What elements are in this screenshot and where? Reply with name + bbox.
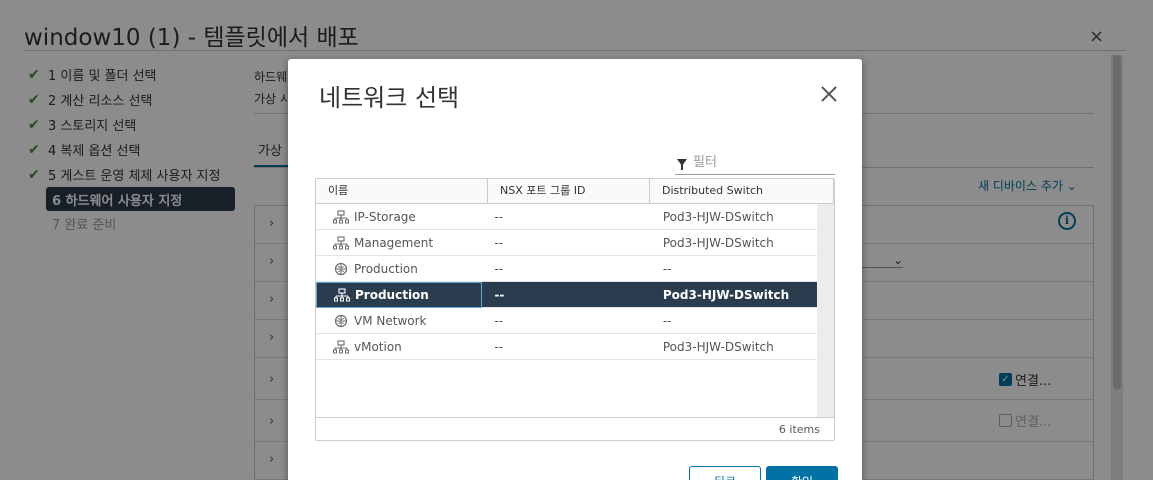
filter-input[interactable]	[693, 155, 823, 170]
network-name: VM Network	[354, 313, 427, 328]
column-header-nsx-portgroup-id[interactable]: NSX 포트 그룹 ID	[488, 179, 650, 204]
cell-name: vMotion	[316, 334, 482, 360]
standard-network-icon	[332, 262, 354, 276]
network-row[interactable]: vMotion -- Pod3-HJW-DSwitch	[316, 334, 817, 360]
cell-name: Management	[316, 230, 482, 256]
filter-icon	[677, 159, 687, 170]
cell-nsx-portgroup-id: --	[494, 339, 503, 354]
cell-distributed-switch: Pod3-HJW-DSwitch	[662, 339, 774, 354]
select-network-dialog: 네트워크 선택 이름 NSX 포트 그룹 ID Distributed Swit…	[288, 59, 862, 480]
network-row[interactable]: VM Network -- --	[316, 308, 817, 334]
cell-nsx-portgroup-id: --	[494, 287, 505, 302]
network-name: Production	[354, 261, 418, 276]
dialog-title: 네트워크 선택	[319, 84, 460, 112]
network-name: IP-Storage	[354, 209, 416, 224]
column-header-distributed-switch[interactable]: Distributed Switch	[650, 179, 834, 204]
ok-button[interactable]: 확인	[766, 466, 838, 480]
cell-name: Production	[316, 281, 483, 308]
distributed-portgroup-icon	[332, 339, 354, 354]
distributed-portgroup-icon	[332, 235, 354, 250]
cell-name: IP-Storage	[316, 204, 482, 230]
standard-network-icon	[332, 314, 354, 328]
cell-distributed-switch: Pod3-HJW-DSwitch	[662, 287, 790, 302]
cell-name: Production	[316, 256, 482, 282]
cell-distributed-switch: Pod3-HJW-DSwitch	[662, 209, 774, 224]
network-row[interactable]: IP-Storage -- Pod3-HJW-DSwitch	[316, 204, 817, 230]
cell-distributed-switch: --	[662, 313, 672, 328]
network-row[interactable]: Production -- Pod3-HJW-DSwitch	[316, 281, 817, 308]
cell-nsx-portgroup-id: --	[494, 261, 503, 276]
distributed-portgroup-icon	[333, 287, 355, 302]
cell-distributed-switch: Pod3-HJW-DSwitch	[662, 235, 774, 250]
cell-name: VM Network	[316, 308, 482, 334]
filter-field[interactable]	[675, 151, 835, 175]
distributed-portgroup-icon	[332, 209, 354, 224]
cell-nsx-portgroup-id: --	[494, 235, 503, 250]
network-name: Production	[355, 287, 429, 302]
network-row[interactable]: Management -- Pod3-HJW-DSwitch	[316, 230, 817, 256]
network-name: vMotion	[354, 339, 402, 354]
cell-distributed-switch: --	[662, 261, 672, 276]
network-datagrid: 이름 NSX 포트 그룹 ID Distributed Switch IP-St…	[315, 178, 835, 441]
datagrid-scrollbar[interactable]	[817, 204, 834, 417]
column-header-name[interactable]: 이름	[316, 179, 488, 204]
datagrid-footer: 6 items	[316, 417, 834, 440]
close-icon[interactable]	[819, 84, 839, 104]
cell-nsx-portgroup-id: --	[494, 313, 503, 328]
cell-nsx-portgroup-id: --	[494, 209, 503, 224]
network-row[interactable]: Production -- --	[316, 256, 817, 282]
datagrid-body: IP-Storage -- Pod3-HJW-DSwitch Management --…	[316, 204, 817, 417]
back-button[interactable]: 뒤로	[689, 466, 761, 480]
network-name: Management	[354, 235, 434, 250]
datagrid-header: 이름 NSX 포트 그룹 ID Distributed Switch	[316, 179, 834, 204]
